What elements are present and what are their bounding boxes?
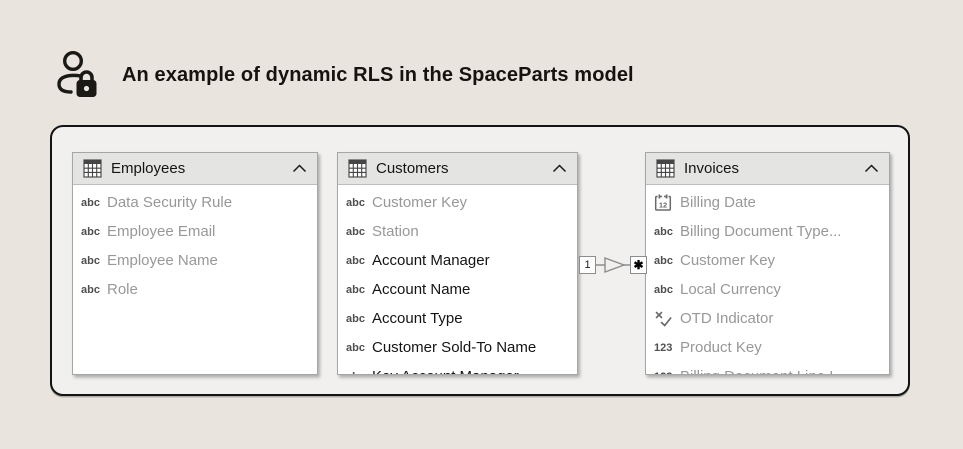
field-list-employees: abc Data Security Rule abc Employee Email ab… [73, 185, 317, 304]
field-label: Role [107, 281, 138, 298]
many-cardinality-label: ✱ [630, 256, 647, 274]
table-card-customers[interactable]: Customers abc Customer Key abc Station abc Ac… [337, 152, 578, 375]
field-product-key[interactable]: 123 Product Key [646, 333, 889, 362]
user-lock-icon [54, 50, 98, 100]
field-label: Account Type [372, 310, 463, 327]
field-label: OTD Indicator [680, 310, 774, 327]
field-customer-key[interactable]: abc Customer Key [338, 188, 577, 217]
abc-icon: abc [81, 225, 100, 238]
abc-icon: abc [81, 283, 100, 296]
abc-icon: abc [346, 254, 365, 267]
field-label: Customer Key [680, 252, 776, 269]
field-label: Billing Document Line I [680, 368, 833, 374]
field-label: Local Currency [680, 281, 781, 298]
table-grid-icon [83, 159, 102, 178]
abc-icon: abc [81, 254, 100, 267]
model-canvas: Employees abc Data Security Rule abc Employ… [50, 125, 910, 396]
field-label: Customer Key [372, 194, 468, 211]
page-header: An example of dynamic RLS in the SpacePa… [54, 50, 634, 100]
abc-icon: abc [346, 341, 365, 354]
one-cardinality-label: 1 [579, 256, 596, 274]
123-icon: 123 [654, 341, 673, 354]
field-label: Key Account Manager [372, 368, 519, 374]
table-header-invoices[interactable]: Invoices [646, 153, 889, 185]
table-card-employees[interactable]: Employees abc Data Security Rule abc Employ… [72, 152, 318, 375]
table-name: Employees [111, 160, 186, 177]
table-name: Customers [376, 160, 449, 177]
table-name: Invoices [684, 160, 740, 177]
page-title: An example of dynamic RLS in the SpacePa… [122, 63, 634, 86]
abc-icon: abc [346, 312, 365, 325]
field-account-manager[interactable]: abc Account Manager [338, 246, 577, 275]
filter-direction-arrow-icon [604, 256, 627, 274]
field-list-customers: abc Customer Key abc Station abc Account Mana… [338, 185, 577, 375]
abc-icon: abc [346, 225, 365, 238]
abc-icon: abc [346, 371, 372, 375]
field-label: Account Manager [372, 252, 490, 269]
abc-icon: abc [81, 196, 100, 209]
chevron-up-icon[interactable] [864, 164, 879, 173]
relationship-connector[interactable]: 1 ✱ [579, 256, 647, 274]
field-billing-document-line-i[interactable]: 123Billing Document Line I [646, 362, 889, 375]
field-billing-document-type[interactable]: abc Billing Document Type... [646, 217, 889, 246]
calendar-icon: 12 [654, 193, 680, 212]
field-customer-key[interactable]: abc Customer Key [646, 246, 889, 275]
field-station[interactable]: abc Station [338, 217, 577, 246]
field-customer-sold-to-name[interactable]: abc Customer Sold-To Name [338, 333, 577, 362]
field-role[interactable]: abc Role [73, 275, 317, 304]
chevron-up-icon[interactable] [292, 164, 307, 173]
123-icon: 123 [654, 371, 680, 375]
field-list-invoices: 12 Billing Date abc Billing Document Type..… [646, 185, 889, 375]
table-grid-icon [348, 159, 367, 178]
abc-icon: abc [346, 283, 365, 296]
table-grid-icon [656, 159, 675, 178]
abc-icon: abc [654, 254, 673, 267]
table-header-employees[interactable]: Employees [73, 153, 317, 185]
svg-text:12: 12 [659, 201, 667, 210]
field-label: Employee Email [107, 223, 216, 240]
x-check-icon [654, 310, 680, 328]
field-employee-email[interactable]: abc Employee Email [73, 217, 317, 246]
abc-icon: abc [654, 283, 673, 296]
field-employee-name[interactable]: abc Employee Name [73, 246, 317, 275]
field-local-currency[interactable]: abc Local Currency [646, 275, 889, 304]
field-key-account-manager[interactable]: abcKey Account Manager [338, 362, 577, 375]
chevron-up-icon[interactable] [552, 164, 567, 173]
field-billing-date[interactable]: 12 Billing Date [646, 188, 889, 217]
field-account-name[interactable]: abc Account Name [338, 275, 577, 304]
field-label: Station [372, 223, 419, 240]
abc-icon: abc [346, 196, 365, 209]
field-account-type[interactable]: abc Account Type [338, 304, 577, 333]
table-header-customers[interactable]: Customers [338, 153, 577, 185]
field-label: Employee Name [107, 252, 218, 269]
field-label: Product Key [680, 339, 762, 356]
field-data-security-rule[interactable]: abc Data Security Rule [73, 188, 317, 217]
field-label: Billing Document Type... [680, 223, 842, 240]
field-label: Customer Sold-To Name [372, 339, 537, 356]
abc-icon: abc [654, 225, 673, 238]
field-otd-indicator[interactable]: OTD Indicator [646, 304, 889, 333]
table-card-invoices[interactable]: Invoices 12 Billing Date abc Billing Docume… [645, 152, 890, 375]
field-label: Data Security Rule [107, 194, 233, 211]
field-label: Account Name [372, 281, 471, 298]
field-label: Billing Date [680, 194, 756, 211]
